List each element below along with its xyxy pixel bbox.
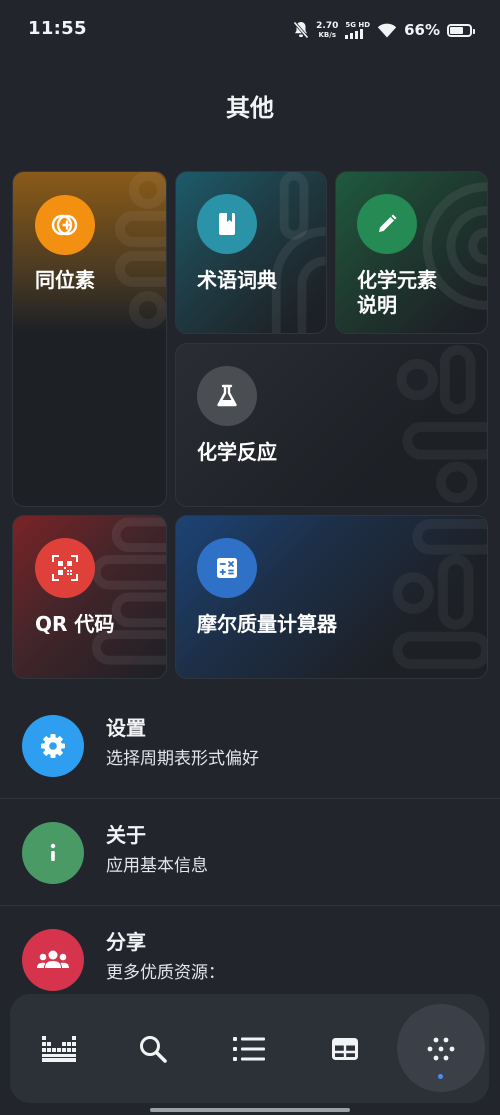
list-icon [233,1036,265,1061]
status-icons: 2.70 KB/s 5G HD 66% [293,18,475,42]
table-icon [332,1037,358,1060]
battery-icon [447,23,475,37]
isotope-icon [35,195,95,255]
mute-bell-icon [293,21,309,39]
group-icon [22,929,84,991]
tile-label: 化学反应 [197,440,277,464]
tile-label: 同位素 [35,268,95,292]
tile-qr-code[interactable]: QR 代码 [12,515,167,679]
network-type: 5G HD [345,20,371,29]
decorative-pattern [396,344,487,504]
signal-icon: 5G HD [345,20,371,39]
network-speed-unit: KB/s [318,30,336,39]
tile-isotopes[interactable]: 同位素 [12,171,167,507]
tile-label: 化学元素 说明 [357,268,437,318]
list-item-subtitle: 更多优质资源： [106,963,225,983]
network-speed: 2.70 KB/s [316,20,339,39]
battery-percent: 66% [404,21,440,39]
more-dots-icon [427,1037,455,1060]
bottom-navigation [10,994,489,1103]
decorative-pattern [392,518,487,670]
search-icon [140,1035,167,1063]
tile-reactions[interactable]: 化学反应 [175,343,488,507]
nav-list[interactable] [205,994,293,1103]
nav-search[interactable] [109,994,197,1103]
tile-label-line2: 说明 [357,293,397,317]
list-item-subtitle: 应用基本信息 [106,856,208,876]
decorative-pattern [91,517,166,665]
tile-dictionary[interactable]: 术语词典 [175,171,327,334]
wifi-icon [377,23,397,38]
tile-label: 术语词典 [197,268,277,292]
tile-label: 摩尔质量计算器 [197,612,337,636]
page-title: 其他 [226,94,274,122]
nav-table[interactable] [301,994,389,1103]
gear-icon [22,715,84,777]
list-item-settings[interactable]: 设置 选择周期表形式偏好 [0,692,500,798]
tile-label: QR 代码 [35,612,115,636]
flask-icon [197,366,257,426]
status-bar: 11:55 2.70 KB/s 5G HD 66% [0,0,500,58]
list-item-about[interactable]: 关于 应用基本信息 [0,799,500,905]
tile-molar-mass-calculator[interactable]: 摩尔质量计算器 [175,515,488,679]
list-item-title: 设置 [106,716,146,740]
status-time: 11:55 [28,18,87,39]
book-icon [197,194,257,254]
tile-label-line1: 化学元素 [357,268,437,292]
network-speed-value: 2.70 [316,20,339,31]
nav-more[interactable] [397,994,485,1103]
battery-fill [450,26,463,34]
periodic-table-icon [42,1035,76,1062]
home-indicator[interactable] [150,1108,350,1112]
pencil-icon [357,194,417,254]
decorative-pattern [115,172,166,329]
list-item-subtitle: 选择周期表形式偏好 [106,749,259,769]
nav-periodic-table[interactable] [15,994,103,1103]
nav-selected-dot [438,1074,443,1079]
tile-elements[interactable]: 化学元素 说明 [335,171,488,334]
decorative-pattern [271,172,326,333]
qr-code-icon [35,538,95,598]
info-icon [22,822,84,884]
list-item-title: 关于 [106,823,146,847]
list-item-title: 分享 [106,930,146,954]
calculator-icon [197,538,257,598]
